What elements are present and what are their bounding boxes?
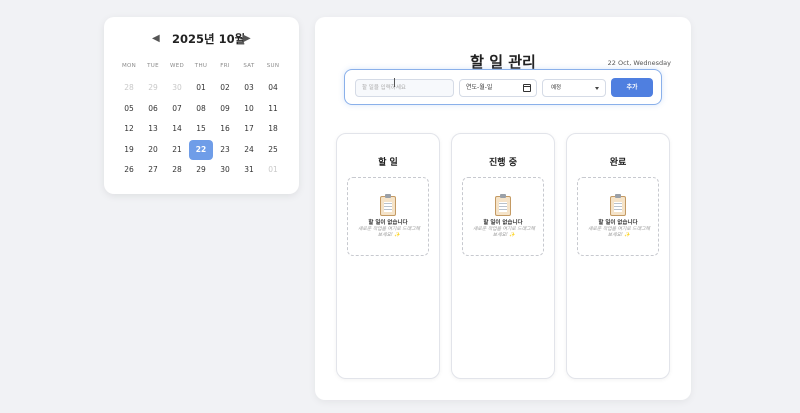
weekday-label: SUN (266, 63, 280, 69)
calendar-day[interactable]: 08 (189, 99, 213, 119)
due-date-value: 연도-월-일 (466, 84, 493, 91)
text-cursor-icon (394, 78, 396, 87)
calendar-month-title: 2025년 10월 (172, 32, 246, 46)
column-todo[interactable]: 할 일 할 일이 없습니다 새로운 작업을 여기로 드래그해보세요! ✨ (336, 133, 440, 379)
calendar-day[interactable]: 16 (213, 119, 237, 139)
empty-hint: 새로운 작업을 여기로 드래그해보세요! ✨ (473, 227, 535, 238)
clipboard-icon (495, 194, 511, 216)
calendar-day[interactable]: 18 (261, 119, 285, 139)
weekday-label: THU (194, 63, 208, 69)
due-date-field[interactable]: 연도-월-일 (459, 79, 537, 97)
calendar-day[interactable]: 23 (213, 140, 237, 160)
calendar-day[interactable]: 17 (237, 119, 261, 139)
calendar-day[interactable]: 06 (141, 99, 165, 119)
empty-title: 할 일이 없습니다 (483, 220, 523, 226)
calendar-day[interactable]: 12 (117, 119, 141, 139)
weekday-label: FRI (220, 63, 230, 69)
task-input[interactable]: 할 일을 입력하세요 (355, 79, 454, 97)
calendar-day[interactable]: 01 (189, 78, 213, 98)
calendar-day[interactable]: 31 (237, 160, 261, 180)
empty-dropzone[interactable]: 할 일이 없습니다 새로운 작업을 여기로 드래그해보세요! ✨ (577, 177, 659, 256)
empty-dropzone[interactable]: 할 일이 없습니다 새로운 작업을 여기로 드래그해보세요! ✨ (347, 177, 429, 256)
calendar-day[interactable]: 03 (237, 78, 261, 98)
current-date-label: 22 Oct, Wednesday (607, 59, 671, 67)
calendar-header: ◀ 2025년 10월 ▶ (104, 30, 299, 48)
calendar-day[interactable]: 19 (117, 140, 141, 160)
calendar-day[interactable]: 05 (117, 99, 141, 119)
add-task-form: 할 일을 입력하세요 연도-월-일 예정 추가 (344, 69, 662, 105)
calendar-day[interactable]: 28 (117, 78, 141, 98)
clipboard-icon (610, 194, 626, 216)
empty-dropzone[interactable]: 할 일이 없습니다 새로운 작업을 여기로 드래그해보세요! ✨ (462, 177, 544, 256)
calendar-day[interactable]: 14 (165, 119, 189, 139)
calendar-day[interactable]: 30 (165, 78, 189, 98)
weekday-label: WED (169, 63, 185, 69)
chevron-right-icon[interactable]: ▶ (243, 32, 251, 46)
calendar-day[interactable]: 27 (141, 160, 165, 180)
calendar-day[interactable]: 24 (237, 140, 261, 160)
calendar-day[interactable]: 29 (189, 160, 213, 180)
empty-title: 할 일이 없습니다 (368, 220, 408, 226)
calendar-day[interactable]: 25 (261, 140, 285, 160)
column-done[interactable]: 완료 할 일이 없습니다 새로운 작업을 여기로 드래그해보세요! ✨ (566, 133, 670, 379)
column-title: 진행 중 (489, 158, 517, 168)
calendar-day[interactable]: 04 (261, 78, 285, 98)
calendar-day[interactable]: 10 (237, 99, 261, 119)
calendar-day[interactable]: 11 (261, 99, 285, 119)
status-select[interactable]: 예정 (542, 79, 606, 97)
empty-hint: 새로운 작업을 여기로 드래그해보세요! ✨ (588, 227, 650, 238)
calendar-day[interactable]: 26 (117, 160, 141, 180)
calendar-day[interactable]: 02 (213, 78, 237, 98)
task-board-panel: 할 일 관리 22 Oct, Wednesday 할 일을 입력하세요 연도-월… (315, 17, 691, 400)
weekday-label: TUE (147, 63, 159, 69)
calendar-day[interactable]: 30 (213, 160, 237, 180)
calendar-day[interactable]: 01 (261, 160, 285, 180)
chevron-down-icon (595, 87, 599, 90)
weekday-label: MON (121, 63, 137, 69)
calendar-day[interactable]: 07 (165, 99, 189, 119)
calendar-day[interactable]: 28 (165, 160, 189, 180)
calendar-day[interactable]: 20 (141, 140, 165, 160)
column-title: 완료 (609, 158, 627, 168)
calendar-day[interactable]: 13 (141, 119, 165, 139)
add-task-button[interactable]: 추가 (611, 78, 653, 97)
empty-hint: 새로운 작업을 여기로 드래그해보세요! ✨ (358, 227, 420, 238)
column-title: 할 일 (378, 158, 398, 168)
calendar-day[interactable]: 21 (165, 140, 189, 160)
column-in-progress[interactable]: 진행 중 할 일이 없습니다 새로운 작업을 여기로 드래그해보세요! ✨ (451, 133, 555, 379)
empty-title: 할 일이 없습니다 (598, 220, 638, 226)
calendar-day[interactable]: 09 (213, 99, 237, 119)
chevron-left-icon[interactable]: ◀ (152, 32, 160, 46)
calendar-day[interactable]: 15 (189, 119, 213, 139)
weekday-label: SAT (243, 63, 255, 69)
clipboard-icon (380, 194, 396, 216)
calendar-day-today[interactable]: 22 (189, 140, 213, 160)
calendar-icon[interactable] (523, 84, 531, 92)
calendar-day[interactable]: 29 (141, 78, 165, 98)
status-select-value: 예정 (551, 85, 562, 91)
